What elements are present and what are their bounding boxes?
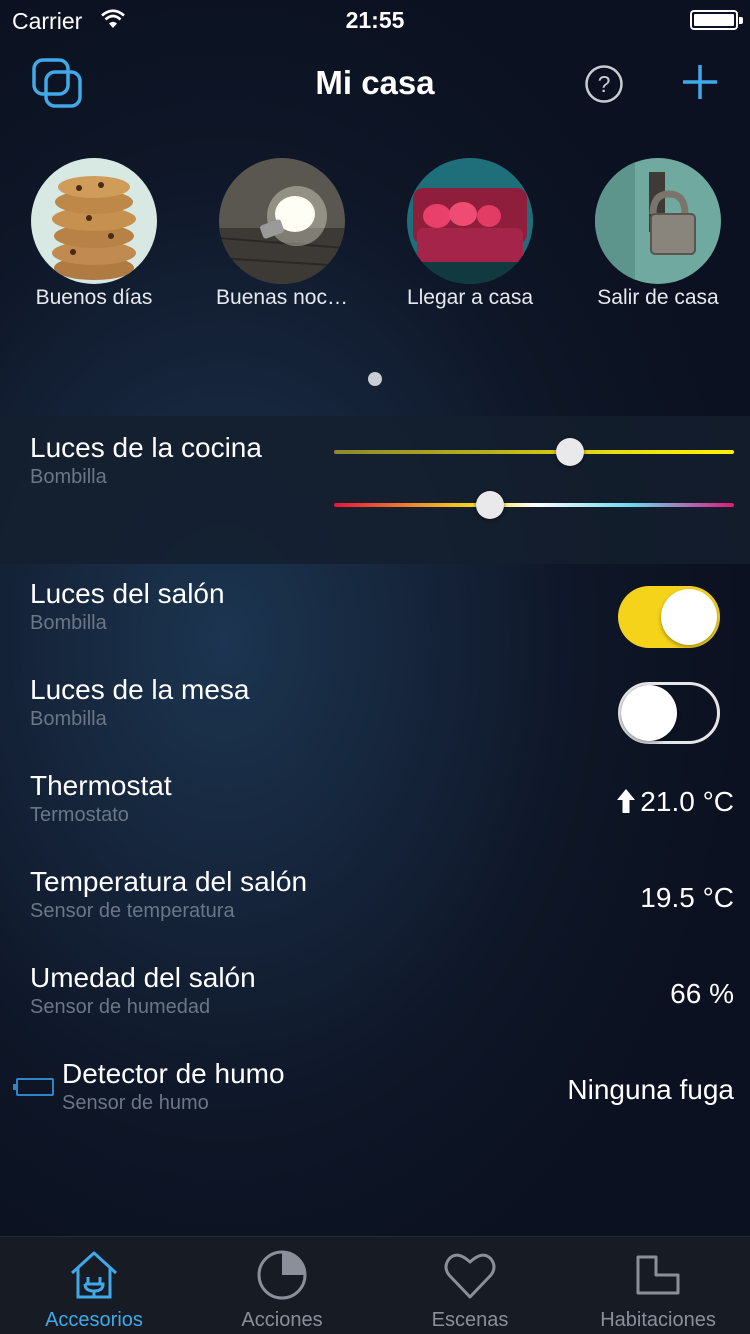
accessory-type: Sensor de temperatura <box>30 900 235 922</box>
accessory-name: Luces de la mesa <box>30 674 250 705</box>
color-slider[interactable] <box>334 503 734 507</box>
tab-label: Habitaciones <box>600 1309 716 1331</box>
clock: 21:55 <box>345 7 405 33</box>
scene-buenos-dias[interactable]: Buenos días <box>0 158 188 310</box>
tab-label: Acciones <box>241 1309 323 1331</box>
accessory-row-temperatura[interactable]: Temperatura del salón Sensor de temperat… <box>0 866 750 962</box>
nav-bar: Mi casa ? <box>0 40 750 130</box>
scene-label: Salir de casa <box>597 286 719 309</box>
red-sofa-image <box>407 158 533 284</box>
battery-icon <box>690 10 743 30</box>
accessory-name: Thermostat <box>30 770 172 801</box>
accessory-row-salon[interactable]: Luces del salón Bombilla <box>0 578 750 674</box>
scene-label: Llegar a casa <box>406 286 534 309</box>
color-slider-thumb[interactable] <box>476 491 504 519</box>
brightness-slider[interactable] <box>334 450 734 454</box>
humidity-value: 66 % <box>670 978 734 1009</box>
power-toggle[interactable] <box>618 586 720 648</box>
tab-escenas[interactable]: Escenas <box>376 1237 564 1334</box>
power-toggle[interactable] <box>618 682 720 744</box>
scene-buenas-noches[interactable]: Buenas noc… <box>188 158 376 310</box>
padlock-image <box>595 158 721 284</box>
page-title: Mi casa <box>315 64 435 101</box>
accessory-row-mesa[interactable]: Luces de la mesa Bombilla <box>0 674 750 770</box>
status-bar: Carrier 21:55 <box>0 0 750 40</box>
scene-label: Buenos días <box>35 286 153 309</box>
heart-icon <box>444 1253 496 1299</box>
tab-acciones[interactable]: Acciones <box>188 1237 376 1334</box>
accessory-row-humedad[interactable]: Umedad del salón Sensor de humedad 66 % <box>0 962 750 1058</box>
cookies-image <box>31 158 157 284</box>
tab-accesorios[interactable]: Accesorios <box>0 1237 188 1334</box>
accessory-name: Luces de la cocina <box>30 432 262 463</box>
low-battery-icon <box>13 1078 54 1096</box>
room-icon <box>636 1255 680 1295</box>
thermostat-value: 21.0 °C <box>616 786 734 818</box>
arrow-up-icon <box>617 789 636 813</box>
pie-clock-icon <box>257 1250 307 1300</box>
page-indicator-dot <box>368 372 382 386</box>
accessory-row-cocina[interactable]: Luces de la cocina Bombilla <box>0 416 750 564</box>
smoke-status-value: Ninguna fuga <box>567 1074 734 1105</box>
scene-salir-de-casa[interactable]: Salir de casa <box>564 158 750 310</box>
accessory-type: Bombilla <box>30 708 107 730</box>
tab-label: Accesorios <box>45 1309 143 1331</box>
accessory-type: Bombilla <box>30 612 107 634</box>
toggle-knob <box>661 589 717 645</box>
tab-habitaciones[interactable]: Habitaciones <box>564 1237 750 1334</box>
accessory-row-humo[interactable]: Detector de humo Sensor de humo Ninguna … <box>0 1058 750 1154</box>
temperature-value: 19.5 °C <box>640 882 734 913</box>
accessory-type: Bombilla <box>30 466 107 488</box>
accessory-name: Umedad del salón <box>30 962 256 993</box>
question-circle-icon[interactable]: ? <box>584 64 624 104</box>
thermostat-temperature: 21.0 °C <box>640 786 734 817</box>
accessory-type: Termostato <box>30 804 129 826</box>
scene-label: Buenas noc… <box>216 286 348 309</box>
tab-label: Escenas <box>431 1309 509 1331</box>
svg-text:?: ? <box>598 71 611 97</box>
brightness-slider-thumb[interactable] <box>556 438 584 466</box>
lightbulb-image <box>219 158 345 284</box>
plus-icon[interactable] <box>680 62 720 102</box>
scene-llegar-a-casa[interactable]: Llegar a casa <box>376 158 564 310</box>
accessory-name: Detector de humo <box>62 1058 285 1089</box>
tab-bar: Accesorios Acciones Escenas Habitaciones <box>0 1236 750 1334</box>
accessory-type: Sensor de humedad <box>30 996 211 1018</box>
house-plug-icon <box>70 1251 118 1299</box>
scenes-carousel: Buenos días Buenas noc… Llegar a casa Sa… <box>0 158 750 318</box>
accessory-name: Temperatura del salón <box>30 866 308 897</box>
accessory-name: Luces del salón <box>30 578 225 609</box>
accessory-row-thermostat[interactable]: Thermostat Termostato 21.0 °C <box>0 770 750 866</box>
toggle-knob <box>621 685 677 741</box>
accessory-type: Sensor de humo <box>62 1092 209 1114</box>
